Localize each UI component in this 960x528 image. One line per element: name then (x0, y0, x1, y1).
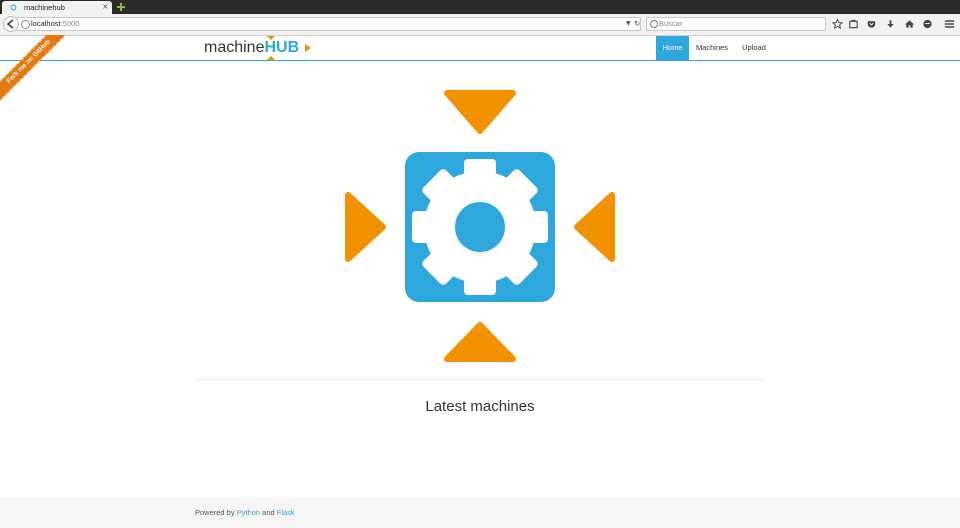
back-button[interactable] (3, 16, 19, 32)
chat-icon[interactable] (922, 18, 933, 30)
home-icon[interactable] (904, 18, 915, 30)
nav-home[interactable]: Home (656, 36, 689, 60)
bookmark-star-icon[interactable] (832, 18, 843, 30)
brand-logo[interactable]: machineHUB (204, 37, 312, 59)
arrow-up-icon (444, 90, 516, 134)
section-divider (195, 379, 765, 380)
search-bar[interactable]: Buscar (646, 17, 826, 31)
site-header: machineHUB Home Machines Upload (0, 36, 960, 61)
tab-title: machinehub (24, 3, 65, 12)
search-icon (650, 20, 658, 28)
nav-machines[interactable]: Machines (692, 36, 732, 60)
github-ribbon-container: Fork me on GitHub (0, 35, 70, 105)
logo-top-arrow-icon (267, 36, 275, 40)
new-tab-icon[interactable] (116, 2, 126, 12)
download-icon[interactable] (885, 18, 896, 30)
menu-icon[interactable] (944, 18, 955, 30)
footer: Powered by Python and Flask (0, 498, 960, 528)
hero-logo (345, 90, 615, 362)
url-text: localhost:5000 (31, 19, 80, 28)
favicon-icon (10, 4, 17, 11)
tab-close-icon[interactable]: × (102, 1, 109, 13)
browser-tab-bar: machinehub × (0, 0, 960, 14)
nav-upload[interactable]: Upload (737, 36, 771, 60)
latest-machines-heading: Latest machines (425, 398, 535, 415)
url-bar[interactable]: localhost:5000 ▼ ↻ (16, 17, 641, 31)
fork-ribbon-link[interactable]: Fork me on GitHub (0, 35, 70, 105)
logo-arrows-icon (305, 44, 312, 52)
site-info-icon[interactable] (21, 20, 30, 29)
search-input[interactable]: Buscar (659, 18, 682, 30)
logo-bottom-arrow-icon (267, 56, 275, 60)
url-dropdown-icon[interactable]: ▼ (626, 18, 631, 30)
browser-toolbar: localhost:5000 ▼ ↻ Buscar (0, 14, 960, 36)
python-link[interactable]: Python (237, 508, 260, 517)
pocket-icon[interactable] (866, 18, 877, 30)
gear-icon (412, 159, 548, 295)
footer-text: Powered by Python and Flask (195, 508, 295, 517)
reload-icon[interactable]: ↻ (634, 18, 640, 30)
flask-link[interactable]: Flask (277, 508, 295, 517)
arrow-left-icon (345, 192, 386, 262)
arrow-right-icon (574, 192, 615, 262)
back-arrow-icon (6, 19, 14, 29)
browser-tab[interactable]: machinehub × (2, 1, 112, 14)
reading-list-icon[interactable] (848, 18, 859, 30)
arrow-down-icon (444, 322, 516, 362)
